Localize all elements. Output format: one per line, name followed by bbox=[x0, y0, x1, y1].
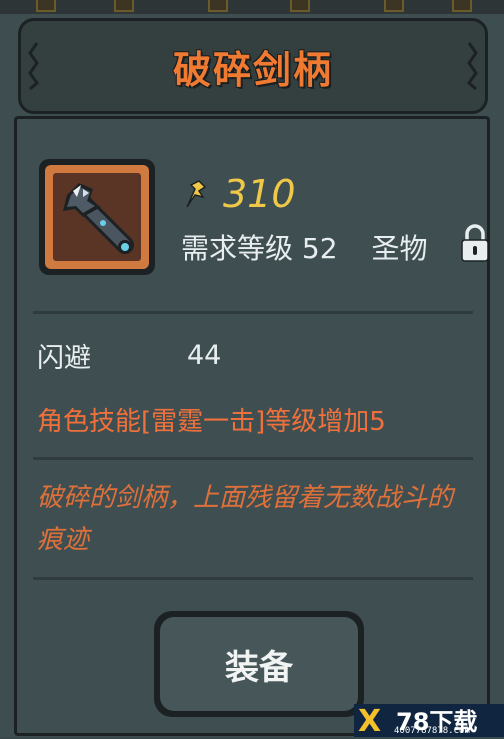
item-price: 310 bbox=[223, 172, 296, 216]
item-detail-panel: 破碎剑柄 310 需求等级 52 圣物 闪避 44 角色技能[雷霆一击]等级增加… bbox=[0, 14, 504, 737]
top-deco bbox=[114, 0, 134, 12]
item-description: 破碎的剑柄，上面残留着无数战斗的痕迹 bbox=[37, 483, 454, 555]
top-strip bbox=[0, 0, 504, 14]
stat-value: 44 bbox=[187, 339, 222, 371]
top-deco bbox=[290, 0, 310, 12]
top-deco bbox=[384, 0, 404, 12]
item-category: 圣物 bbox=[371, 232, 428, 265]
watermark-x: X bbox=[358, 704, 382, 739]
divider bbox=[33, 577, 473, 580]
price-row: 310 bbox=[181, 171, 296, 217]
top-deco bbox=[452, 0, 472, 12]
requirement-row: 需求等级 52 圣物 bbox=[181, 227, 428, 267]
equip-button-label: 装备 bbox=[160, 617, 358, 711]
item-icon-frame bbox=[39, 159, 155, 275]
lock-icon[interactable] bbox=[460, 223, 490, 263]
stat-label: 闪避 bbox=[37, 342, 91, 374]
gold-coin-icon bbox=[186, 180, 207, 208]
item-content: 310 需求等级 52 圣物 闪避 44 角色技能[雷霆一击]等级增加5 破碎的… bbox=[14, 116, 490, 736]
top-deco bbox=[208, 0, 228, 12]
top-deco bbox=[36, 0, 56, 12]
stat-row: 闪避 44 bbox=[37, 333, 221, 377]
watermark-logo: X 78下载 4007787878.Com bbox=[354, 704, 504, 739]
broken-sword-hilt-icon bbox=[63, 183, 134, 254]
divider bbox=[33, 457, 473, 460]
item-title: 破碎剑柄 bbox=[172, 47, 333, 92]
skill-bonus-text: 角色技能[雷霆一击]等级增加5 bbox=[37, 407, 386, 437]
watermark-url: 4007787878.Com bbox=[394, 726, 470, 736]
level-requirement: 需求等级 52 bbox=[181, 232, 338, 265]
title-banner: 破碎剑柄 bbox=[18, 18, 488, 114]
equip-button[interactable]: 装备 bbox=[154, 611, 364, 717]
divider bbox=[33, 311, 473, 314]
